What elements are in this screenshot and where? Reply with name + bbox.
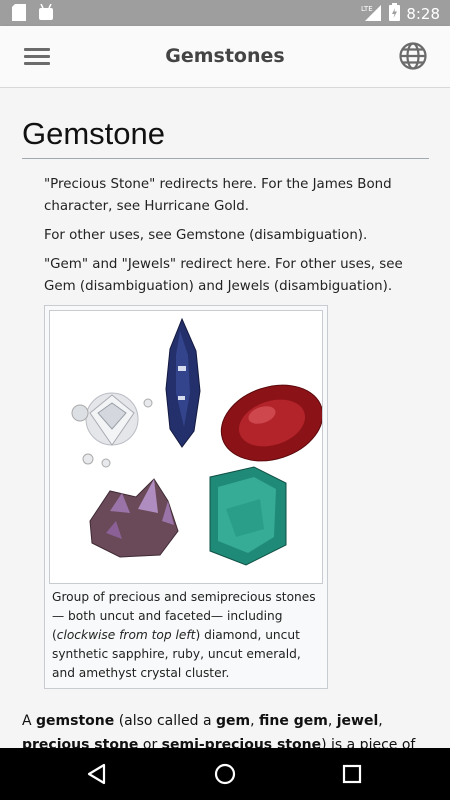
lead-bold-term: precious stone — [22, 737, 139, 748]
clock: 8:28 — [406, 5, 440, 23]
home-icon[interactable] — [213, 762, 237, 786]
lead-text: or — [138, 737, 162, 748]
hatnote-precious-stone[interactable]: "Precious Stone" redirects here. For the… — [44, 174, 429, 218]
caption-italic-text: clockwise from top left — [56, 628, 196, 642]
recents-icon[interactable] — [340, 762, 364, 786]
sd-card-icon — [12, 4, 26, 25]
lead-bold-term: semi-precious stone — [161, 737, 322, 748]
android-icon — [38, 3, 54, 25]
app-bar: Gemstones — [0, 26, 450, 88]
figure-gemstones: Group of precious and semiprecious stone… — [44, 305, 328, 689]
network-type-label: LTE — [361, 5, 373, 13]
status-bar: LTE 8:28 — [0, 0, 450, 26]
battery-icon — [389, 3, 401, 25]
signal-icon: LTE — [361, 3, 383, 25]
app-title: Gemstones — [165, 45, 285, 67]
page-title: Gemstone — [22, 116, 429, 159]
gemstones-image[interactable] — [49, 310, 323, 584]
globe-icon[interactable] — [398, 41, 428, 71]
article-content: Gemstone "Precious Stone" redirects here… — [0, 88, 450, 748]
sapphire-illustration — [165, 317, 201, 448]
ruby-illustration — [220, 384, 322, 462]
lead-bold-term: gemstone — [36, 713, 115, 729]
hatnote-gem-jewels[interactable]: "Gem" and "Jewels" redirect here. For ot… — [44, 254, 429, 298]
back-icon[interactable] — [85, 762, 109, 786]
lead-bold-term: fine gem — [259, 713, 328, 729]
lead-text: A — [22, 713, 37, 729]
emerald-illustration — [209, 466, 287, 566]
lead-text: , — [250, 713, 259, 729]
lead-bold-term: jewel — [336, 713, 379, 729]
amethyst-illustration — [89, 478, 179, 558]
navigation-bar — [0, 748, 450, 800]
lead-text: , — [327, 713, 337, 729]
diamond-illustration — [71, 392, 153, 468]
figure-caption: Group of precious and semiprecious stone… — [52, 588, 324, 683]
hatnotes: "Precious Stone" redirects here. For the… — [44, 174, 429, 305]
lead-paragraph: A gemstone (also called a gem, fine gem,… — [22, 709, 432, 748]
hatnote-other-uses[interactable]: For other uses, see Gemstone (disambigua… — [44, 225, 429, 247]
lead-text: , — [378, 713, 383, 729]
lead-text: (also called a — [114, 713, 216, 729]
lead-bold-term: gem — [215, 713, 251, 729]
